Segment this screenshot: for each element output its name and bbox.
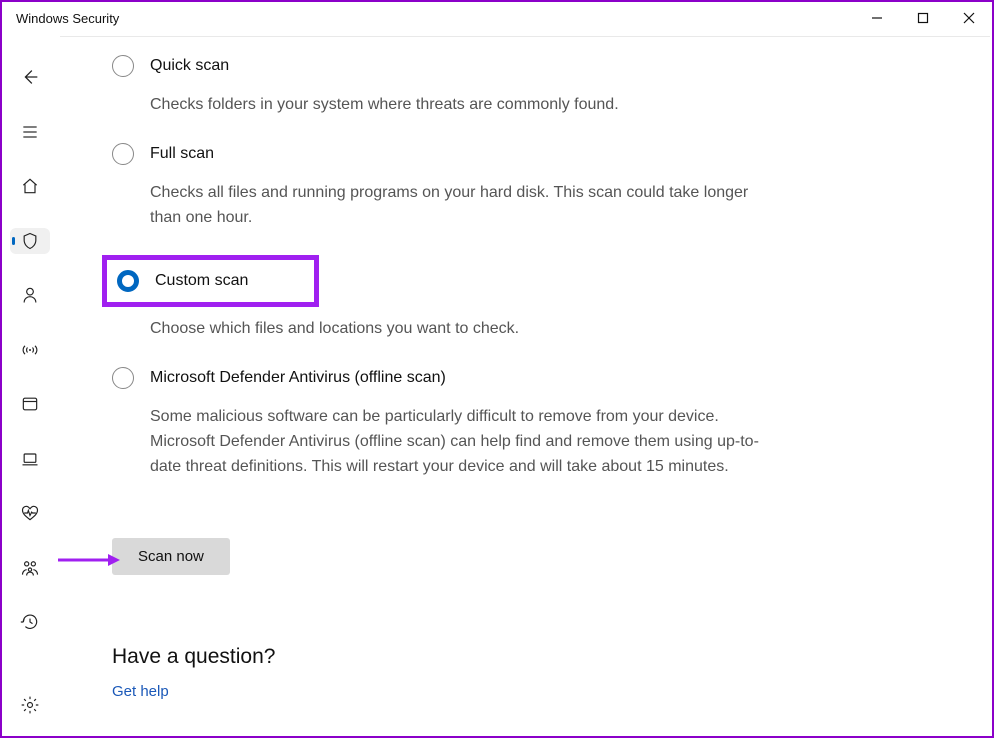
scan-option-offline: Microsoft Defender Antivirus (offline sc… <box>112 362 952 499</box>
radio-offline-scan[interactable]: Microsoft Defender Antivirus (offline sc… <box>112 367 952 389</box>
radio-quick-scan[interactable]: Quick scan <box>112 55 952 77</box>
annotation-highlight-box: Custom scan <box>102 255 319 307</box>
radio-custom-scan[interactable]: Custom scan <box>117 270 248 292</box>
menu-icon <box>20 122 40 142</box>
main-content: Quick scan Checks folders in your system… <box>58 34 992 736</box>
back-button[interactable] <box>10 64 50 91</box>
nav-account-protection[interactable] <box>10 282 50 309</box>
sidebar <box>2 34 58 736</box>
shield-icon <box>20 231 40 251</box>
arrow-left-icon <box>19 66 41 88</box>
nav-device-performance[interactable] <box>10 500 50 527</box>
radio-label: Full scan <box>150 145 214 163</box>
nav-device-security[interactable] <box>10 446 50 473</box>
browser-icon <box>20 394 40 414</box>
family-icon <box>20 558 40 578</box>
nav-firewall-network[interactable] <box>10 337 50 364</box>
nav-home[interactable] <box>10 173 50 200</box>
maximize-icon <box>917 12 929 24</box>
radio-icon-selected <box>117 270 139 292</box>
scan-now-button[interactable]: Scan now <box>112 538 230 575</box>
radio-label: Quick scan <box>150 57 229 75</box>
help-title: Have a question? <box>112 645 952 669</box>
radio-icon <box>112 55 134 77</box>
radio-label: Custom scan <box>155 272 248 290</box>
nav-virus-protection[interactable] <box>10 228 50 255</box>
radio-label: Microsoft Defender Antivirus (offline sc… <box>150 369 446 387</box>
nav-family-options[interactable] <box>10 555 50 582</box>
radio-full-scan[interactable]: Full scan <box>112 143 952 165</box>
titlebar: Windows Security <box>2 2 992 34</box>
nav-protection-history[interactable] <box>10 609 50 636</box>
annotation-arrow-icon <box>58 552 120 568</box>
window-controls <box>854 3 992 33</box>
hamburger-menu[interactable] <box>10 119 50 146</box>
laptop-icon <box>20 449 40 469</box>
gear-icon <box>20 695 40 715</box>
window-title: Windows Security <box>16 11 119 26</box>
help-section: Have a question? Get help <box>112 645 952 700</box>
heart-pulse-icon <box>20 503 40 523</box>
close-button[interactable] <box>946 3 992 33</box>
history-icon <box>20 612 40 632</box>
get-help-link[interactable]: Get help <box>112 683 952 700</box>
option-description: Checks folders in your system where thre… <box>150 93 770 118</box>
option-description: Checks all files and running programs on… <box>150 181 770 231</box>
home-icon <box>20 176 40 196</box>
nav-settings[interactable] <box>10 692 50 719</box>
option-description: Choose which files and locations you wan… <box>150 317 770 342</box>
close-icon <box>963 12 975 24</box>
radio-icon <box>112 367 134 389</box>
nav-app-browser-control[interactable] <box>10 391 50 418</box>
scan-option-custom: Custom scan Choose which files and locat… <box>112 250 952 362</box>
antenna-icon <box>20 340 40 360</box>
radio-icon <box>112 143 134 165</box>
scan-option-full: Full scan Checks all files and running p… <box>112 138 952 251</box>
person-icon <box>20 285 40 305</box>
option-description: Some malicious software can be particula… <box>150 405 770 479</box>
minimize-icon <box>871 12 883 24</box>
scan-option-quick: Quick scan Checks folders in your system… <box>112 50 952 138</box>
header-divider <box>60 36 990 37</box>
maximize-button[interactable] <box>900 3 946 33</box>
minimize-button[interactable] <box>854 3 900 33</box>
